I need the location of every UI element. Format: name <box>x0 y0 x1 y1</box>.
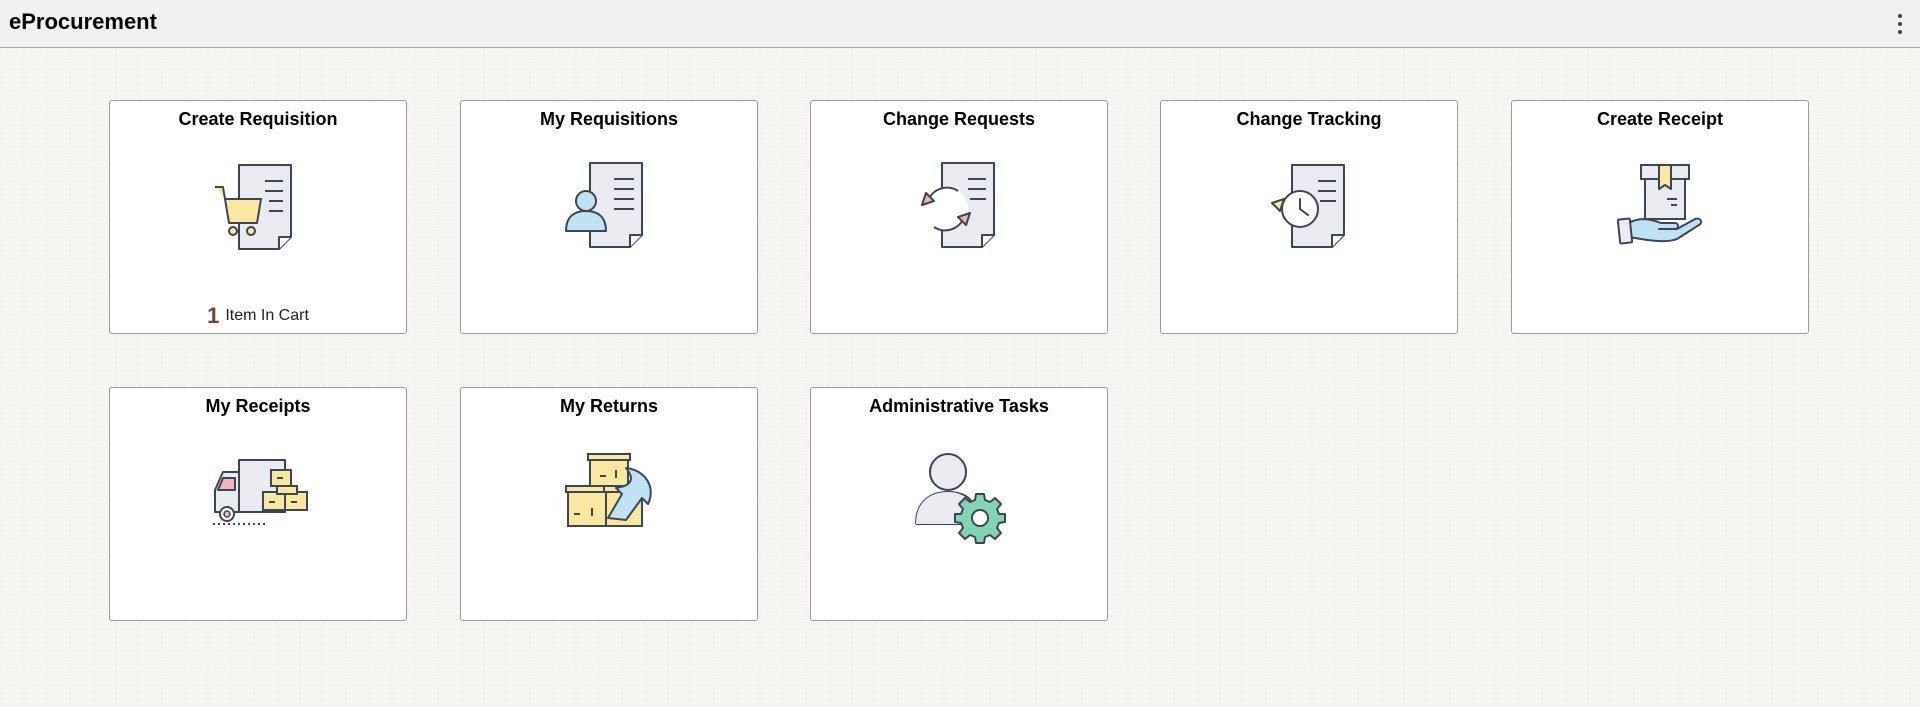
shopping-cart-document-icon <box>215 164 292 250</box>
tile-change-requests[interactable]: Change Requests <box>810 100 1108 334</box>
cart-label: Item In Cart <box>225 307 309 324</box>
tile-title: Change Tracking <box>1236 109 1382 129</box>
user-document-icon <box>565 162 643 248</box>
tile-title: Create Receipt <box>1596 109 1724 129</box>
user-gear-icon <box>915 453 1006 544</box>
app-header: eProcurement <box>0 0 1920 48</box>
hand-holding-box-icon <box>1616 164 1703 245</box>
tile-create-requisition[interactable]: Create Requisition 1 Item In Cart <box>109 100 407 334</box>
cart-badge: 1 Item In Cart <box>110 303 406 329</box>
cart-count: 1 <box>207 303 220 328</box>
tile-change-tracking[interactable]: Change Tracking <box>1160 100 1458 334</box>
more-vertical-icon[interactable] <box>1894 12 1906 36</box>
tile-title: My Requisitions <box>539 109 678 129</box>
history-document-icon <box>1271 164 1345 248</box>
page-title: eProcurement <box>9 9 157 34</box>
tile-title: Administrative Tasks <box>869 396 1049 416</box>
delivery-truck-boxes-icon <box>213 459 308 525</box>
return-boxes-icon <box>565 453 652 527</box>
tile-title: My Returns <box>559 396 658 416</box>
tile-my-returns[interactable]: My Returns <box>460 387 758 621</box>
tile-my-requisitions[interactable]: My Requisitions <box>460 100 758 334</box>
tile-administrative-tasks[interactable]: Administrative Tasks <box>810 387 1108 621</box>
tile-create-receipt[interactable]: Create Receipt <box>1511 100 1809 334</box>
tile-title: Create Requisition <box>178 109 338 129</box>
refresh-document-icon <box>921 162 995 248</box>
tile-title: My Receipts <box>205 396 311 416</box>
tile-title: Change Requests <box>882 109 1036 129</box>
tile-my-receipts[interactable]: My Receipts <box>109 387 407 621</box>
